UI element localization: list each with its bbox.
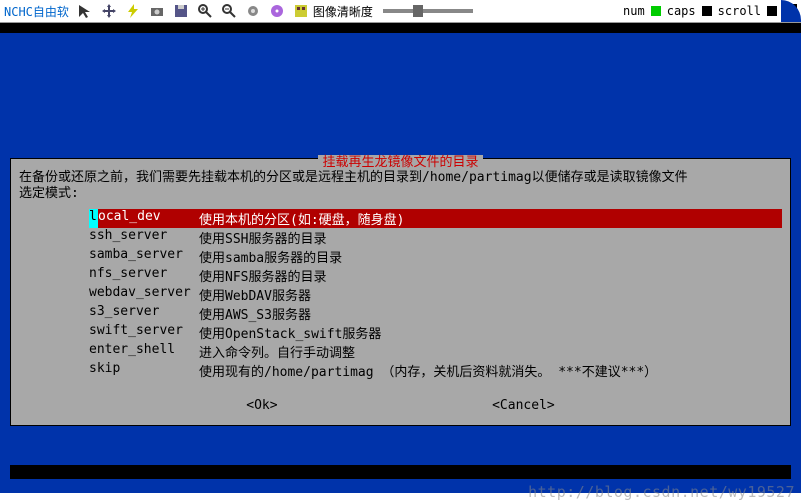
option-desc: 使用OpenStack_swift服务器: [199, 323, 381, 342]
option-key: enter_shell: [89, 342, 199, 361]
option-desc: 进入命令列。自行手动调整: [199, 342, 355, 361]
move-icon[interactable]: [101, 3, 117, 19]
floppy-icon[interactable]: [173, 3, 189, 19]
scroll-led: [767, 6, 777, 16]
dialog-buttons: <Ok> <Cancel>: [139, 398, 662, 413]
dialog-title-wrap: 挂载再生龙镜像文件的目录: [19, 151, 782, 170]
cancel-button[interactable]: <Cancel>: [488, 398, 559, 413]
option-desc: 使用本机的分区(如:硬盘，随身盘): [199, 209, 404, 228]
clarity-slider[interactable]: [383, 9, 473, 13]
option-desc: 使用samba服务器的目录: [199, 247, 342, 266]
option-key: ssh_server: [89, 228, 199, 247]
dialog-title: 挂载再生龙镜像文件的目录: [318, 155, 482, 170]
option-desc: 使用现有的/home/partimag （内存，关机后资料就消失。 ***不建议…: [199, 361, 657, 380]
num-led: [651, 6, 661, 16]
ok-button[interactable]: <Ok>: [242, 398, 281, 413]
num-label: num: [623, 4, 645, 18]
option-desc: 使用WebDAV服务器: [199, 285, 311, 304]
option-s3-server[interactable]: s3_server使用AWS_S3服务器: [89, 304, 782, 323]
bolt-icon[interactable]: [125, 3, 141, 19]
camera-icon[interactable]: [149, 3, 165, 19]
zoom-out-icon[interactable]: [221, 3, 237, 19]
toolbar: NCHC自由软 图像清晰度 低 中 高 num caps scroll ?: [0, 0, 801, 23]
watermark: http://blog.csdn.net/wy19527: [528, 483, 795, 501]
option-skip[interactable]: skip使用现有的/home/partimag （内存，关机后资料就消失。 **…: [89, 361, 782, 380]
caps-label: caps: [667, 4, 696, 18]
option-key: nfs_server: [89, 266, 199, 285]
option-key: webdav_server: [89, 285, 199, 304]
clarity-label: 图像清晰度: [313, 3, 373, 20]
option-key: samba_server: [89, 247, 199, 266]
zoom-in-icon[interactable]: [197, 3, 213, 19]
mount-dialog: 挂载再生龙镜像文件的目录 在备份或还原之前，我们需要先挂载本机的分区或是远程主机…: [10, 158, 791, 426]
option-key: s3_server: [89, 304, 199, 323]
option-swift-server[interactable]: swift_server使用OpenStack_swift服务器: [89, 323, 782, 342]
cursor-icon: l: [89, 209, 98, 228]
dialog-body-line2: 选定模式:: [19, 186, 782, 202]
option-key: skip: [89, 361, 199, 380]
scroll-label: scroll: [718, 4, 761, 18]
gear-icon[interactable]: [245, 3, 261, 19]
slider-thumb[interactable]: [413, 5, 423, 17]
option-ssh-server[interactable]: ssh_server使用SSH服务器的目录: [89, 228, 782, 247]
option-local-dev[interactable]: local_dev使用本机的分区(如:硬盘，随身盘): [89, 209, 782, 228]
toolbar-status: num caps scroll ?: [623, 4, 797, 18]
app-icon[interactable]: [293, 3, 309, 19]
disc-icon[interactable]: [269, 3, 285, 19]
options-list: local_dev使用本机的分区(如:硬盘，随身盘) ssh_server使用S…: [89, 209, 782, 380]
option-samba-server[interactable]: samba_server使用samba服务器的目录: [89, 247, 782, 266]
option-desc: 使用AWS_S3服务器: [199, 304, 311, 323]
option-key: ocal_dev: [98, 209, 199, 228]
option-nfs-server[interactable]: nfs_server使用NFS服务器的目录: [89, 266, 782, 285]
cursor-icon[interactable]: [77, 3, 93, 19]
option-webdav-server[interactable]: webdav_server使用WebDAV服务器: [89, 285, 782, 304]
toolbar-curved-edge: [781, 0, 801, 22]
caps-led: [702, 6, 712, 16]
option-enter-shell[interactable]: enter_shell进入命令列。自行手动调整: [89, 342, 782, 361]
dialog-body-line1: 在备份或还原之前，我们需要先挂载本机的分区或是远程主机的目录到/home/par…: [19, 170, 782, 186]
option-desc: 使用NFS服务器的目录: [199, 266, 326, 285]
black-top-bar: [0, 23, 801, 33]
option-desc: 使用SSH服务器的目录: [199, 228, 326, 247]
option-key: swift_server: [89, 323, 199, 342]
app-title: NCHC自由软: [4, 3, 69, 20]
dialog-body: 在备份或还原之前，我们需要先挂载本机的分区或是远程主机的目录到/home/par…: [19, 170, 782, 203]
bottom-black-bar: [10, 465, 791, 479]
terminal-background: 挂载再生龙镜像文件的目录 在备份或还原之前，我们需要先挂载本机的分区或是远程主机…: [0, 23, 801, 493]
toolbar-icons: [77, 3, 309, 19]
